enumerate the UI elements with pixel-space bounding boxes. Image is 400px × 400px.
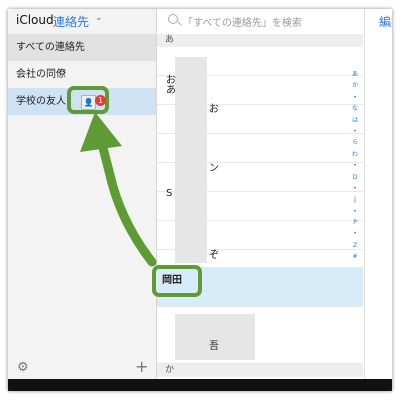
chevron-down-icon[interactable]: ⌄ <box>95 13 103 23</box>
sidebar-header: iCloud 連絡先 ⌄ <box>8 9 156 34</box>
icloud-label: iCloud <box>16 13 54 27</box>
contact-fragment: S <box>166 188 173 199</box>
section-header-a: あ <box>157 34 363 47</box>
search-bar[interactable]: 「すべての連絡先」を検索 <box>157 9 363 34</box>
section-header-ka: か <box>157 364 363 377</box>
app-window: iCloud 連絡先 ⌄ すべての連絡先 会社の同僚 学校の友人 ⚙ + 「すべ… <box>8 9 392 391</box>
edit-button[interactable]: 編集 <box>379 13 392 30</box>
contact-card-icon: 👤 <box>81 95 96 110</box>
add-group-button[interactable]: + <box>135 357 148 376</box>
contact-list: 「すべての連絡先」を検索 あ あ 岡田 お お ン S ぞ 吾 か あ か • … <box>157 9 363 379</box>
search-input[interactable]: 「すべての連絡先」を検索 <box>183 14 302 29</box>
sidebar-item-all-contacts[interactable]: すべての連絡先 <box>8 34 156 61</box>
contact-fragment: お <box>166 75 176 86</box>
contact-fragment: ぞ <box>209 250 219 261</box>
alphabet-index[interactable]: あ か • な は • ら わ • D • J • P • Z # <box>349 69 361 263</box>
search-icon <box>168 14 178 24</box>
contact-fragment: 吾 <box>209 341 219 352</box>
blurred-names <box>175 57 207 263</box>
contact-fragment: お <box>209 104 219 115</box>
dragged-contact-name[interactable]: 岡田 <box>152 265 202 297</box>
sidebar: iCloud 連絡先 ⌄ すべての連絡先 会社の同僚 学校の友人 ⚙ + <box>8 9 157 379</box>
gear-icon[interactable]: ⚙ <box>17 360 29 375</box>
drop-target-highlight: 👤 1 <box>67 86 109 114</box>
contact-fragment: ン <box>209 163 219 174</box>
sidebar-item-coworkers[interactable]: 会社の同僚 <box>8 61 156 88</box>
drag-count-badge: 1 <box>95 95 106 106</box>
bottom-bar <box>8 379 392 391</box>
contacts-menu[interactable]: 連絡先 <box>53 13 89 30</box>
detail-pane: 編集 <box>364 9 392 379</box>
